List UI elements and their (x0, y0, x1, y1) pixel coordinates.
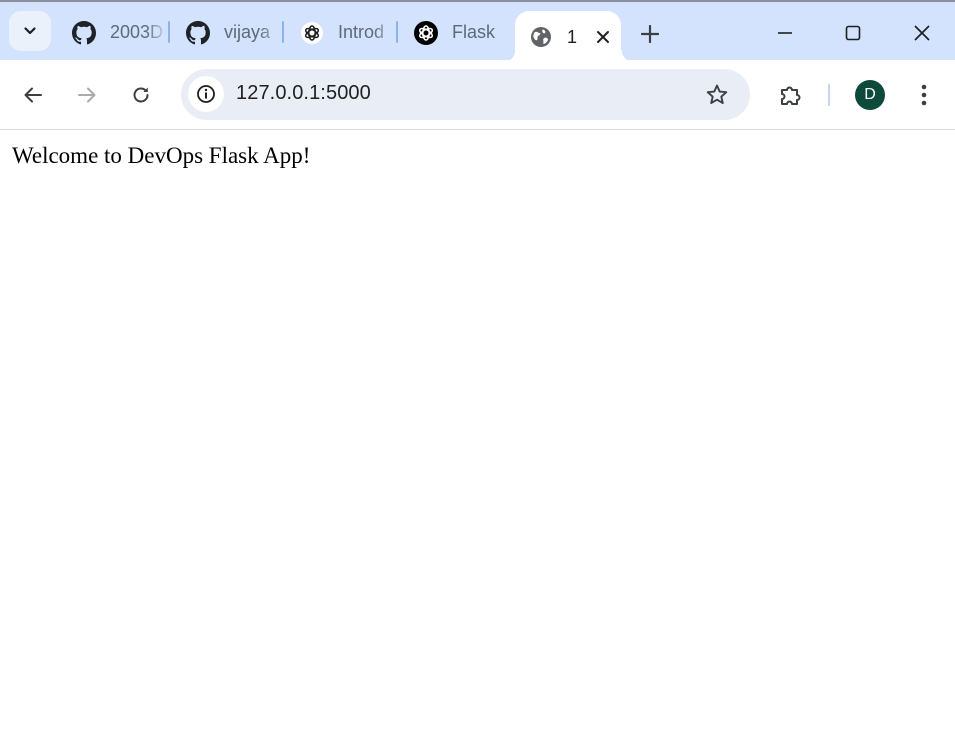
reload-button[interactable] (121, 75, 161, 115)
globe-icon (529, 25, 553, 49)
tab-separator (282, 21, 284, 43)
profile-initial: D (864, 86, 876, 103)
bookmark-button[interactable] (702, 80, 732, 110)
tab-title: Flask (452, 22, 496, 42)
minimize-button[interactable] (755, 11, 815, 55)
tab-search-button[interactable] (9, 11, 51, 51)
maximize-icon (845, 25, 861, 41)
more-vert-icon (921, 84, 927, 106)
maximize-button[interactable] (823, 11, 883, 55)
chatgpt-icon (300, 21, 324, 45)
tab-chatgpt-2[interactable]: Flask (400, 11, 510, 54)
tab-separator (396, 21, 398, 43)
back-button[interactable] (13, 75, 53, 115)
close-icon[interactable] (593, 27, 613, 47)
window-close-button[interactable] (892, 11, 952, 55)
page-content: Welcome to DevOps Flask App! (0, 130, 955, 749)
browser-toolbar: 127.0.0.1:5000 D (0, 60, 955, 130)
back-arrow-icon (24, 87, 42, 103)
chatgpt-icon (414, 20, 438, 45)
forward-arrow-icon (78, 87, 96, 103)
minimize-icon (778, 32, 792, 34)
site-info-button[interactable] (188, 76, 224, 112)
tab-active[interactable]: 1 (515, 11, 621, 63)
toolbar-separator (828, 84, 830, 106)
tab-title: 1 (567, 26, 578, 47)
plus-icon (641, 25, 659, 43)
extensions-button[interactable] (771, 75, 811, 115)
tab-separator (168, 21, 170, 43)
address-bar[interactable]: 127.0.0.1:5000 (181, 69, 750, 120)
tab-github-2[interactable]: vijaya (172, 11, 282, 54)
welcome-message: Welcome to DevOps Flask App! (12, 143, 311, 168)
star-icon (706, 84, 728, 105)
forward-button[interactable] (67, 75, 107, 115)
reload-icon (133, 87, 149, 103)
profile-avatar[interactable]: D (855, 80, 885, 110)
new-tab-button[interactable] (632, 16, 668, 52)
url-text[interactable]: 127.0.0.1:5000 (236, 82, 371, 105)
tab-chatgpt-1[interactable]: Introd (286, 11, 396, 54)
github-icon (186, 20, 210, 45)
chevron-down-icon (24, 27, 36, 35)
puzzle-icon (781, 86, 801, 105)
menu-button[interactable] (904, 75, 944, 115)
close-icon (914, 25, 930, 41)
info-icon (197, 85, 215, 103)
tab-strip: 2003D vijaya Introd Flask 1 (0, 0, 955, 63)
tab-github-1[interactable]: 2003D (58, 11, 168, 54)
github-icon (72, 20, 96, 45)
